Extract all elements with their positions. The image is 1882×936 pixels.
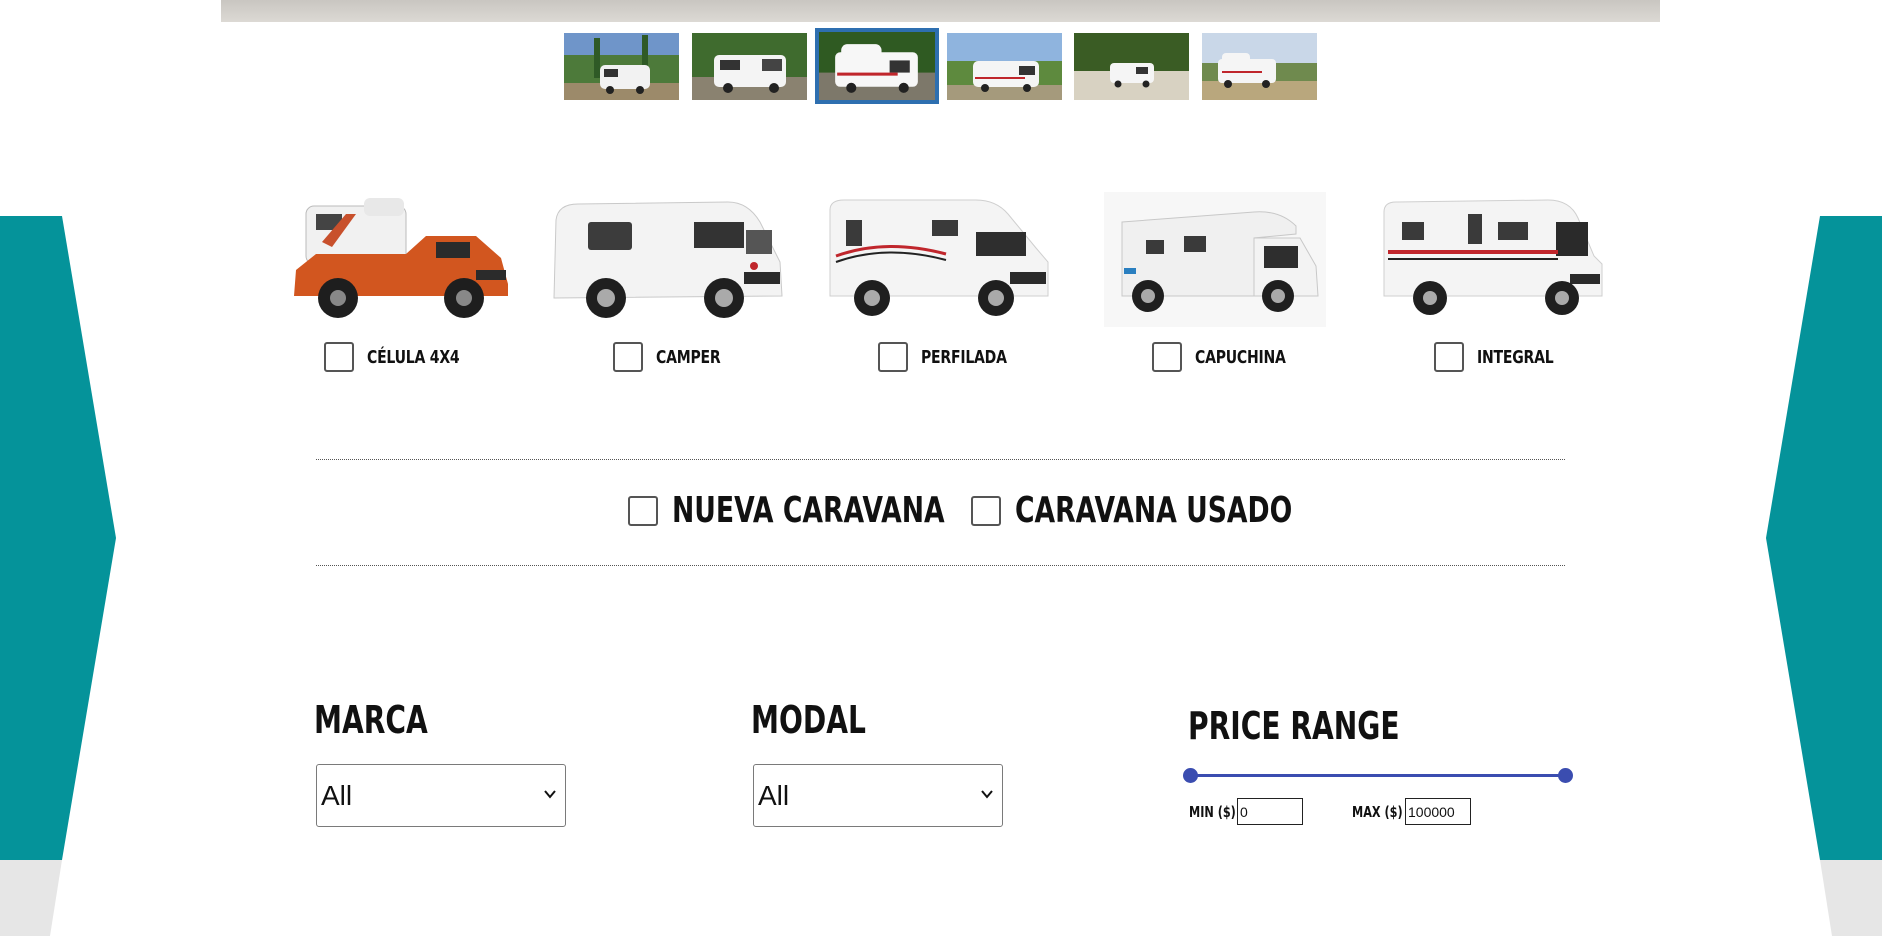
price-slider-min-handle[interactable] — [1183, 768, 1198, 783]
max-price-input[interactable] — [1405, 798, 1471, 825]
vehicle-type-celula-4x4-option[interactable]: CÉLULA 4X4 — [324, 342, 486, 372]
right-decorative-panel — [1762, 216, 1882, 936]
overcab-motorhome-image — [1104, 192, 1326, 327]
brand-filter-title: MARCA — [314, 698, 428, 742]
divider-top — [316, 459, 1565, 460]
vehicle-type-integral-option[interactable]: INTEGRAL — [1434, 342, 1575, 372]
gallery-thumbnail-6[interactable] — [1202, 33, 1317, 100]
gallery-thumbnail-5[interactable] — [1074, 33, 1189, 100]
model-select-value: All — [758, 779, 790, 811]
gallery-thumbnail-4[interactable] — [947, 33, 1062, 100]
integral-label: INTEGRAL — [1477, 346, 1554, 368]
price-slider-max-handle[interactable] — [1558, 768, 1573, 783]
vehicle-type-capuchina: CAPUCHINA — [1104, 192, 1344, 382]
brand-select-value: All — [321, 779, 353, 811]
new-caravan-label: NUEVA CARAVANA — [672, 490, 945, 531]
camper-label: CAMPER — [656, 346, 721, 368]
vehicle-type-camper-option[interactable]: CAMPER — [613, 342, 739, 372]
gallery-thumbnail-1[interactable] — [564, 33, 679, 100]
brand-select[interactable]: All — [316, 764, 566, 827]
vehicle-type-integral: INTEGRAL — [1380, 192, 1620, 382]
price-range-title: PRICE RANGE — [1188, 704, 1400, 748]
celula-4x4-checkbox[interactable] — [324, 342, 354, 372]
perfilada-checkbox[interactable] — [878, 342, 908, 372]
used-caravan-option[interactable]: CARAVANA USADO — [971, 490, 1390, 531]
model-select[interactable]: All — [753, 764, 1003, 827]
gallery-thumbnail-2[interactable] — [692, 33, 807, 100]
vehicle-type-perfilada-option[interactable]: PERFILADA — [878, 342, 1031, 372]
camper-checkbox[interactable] — [613, 342, 643, 372]
vehicle-type-camper: CAMPER — [548, 192, 788, 382]
hero-image-bottom-edge — [221, 0, 1660, 22]
vehicle-type-capuchina-option[interactable]: CAPUCHINA — [1152, 342, 1311, 372]
divider-bottom — [316, 565, 1565, 566]
used-caravan-checkbox[interactable] — [971, 495, 1001, 526]
pickup-truck-camper-image — [286, 192, 516, 327]
chevron-down-icon — [544, 790, 556, 799]
low-profile-motorhome-image — [826, 192, 1052, 327]
capuchina-label: CAPUCHINA — [1195, 346, 1286, 368]
perfilada-label: PERFILADA — [921, 346, 1007, 368]
min-price-input[interactable] — [1237, 798, 1303, 825]
integral-checkbox[interactable] — [1434, 342, 1464, 372]
integrated-motorhome-image — [1380, 192, 1606, 327]
used-caravan-label: CARAVANA USADO — [1015, 490, 1293, 531]
min-price-label: MIN ($) — [1189, 803, 1236, 821]
celula-4x4-label: CÉLULA 4X4 — [367, 346, 460, 368]
chevron-down-icon — [981, 790, 993, 799]
vehicle-type-perfilada: PERFILADA — [826, 192, 1066, 382]
price-slider-track[interactable] — [1190, 774, 1566, 777]
capuchina-checkbox[interactable] — [1152, 342, 1182, 372]
max-price-label: MAX ($) — [1352, 803, 1403, 821]
model-filter-title: MODAL — [751, 698, 866, 742]
vehicle-type-celula-4x4: CÉLULA 4X4 — [286, 192, 526, 382]
camper-van-image — [548, 192, 784, 327]
new-caravan-checkbox[interactable] — [628, 495, 658, 526]
left-decorative-panel — [0, 216, 120, 936]
gallery-thumbnail-3[interactable] — [815, 28, 939, 104]
